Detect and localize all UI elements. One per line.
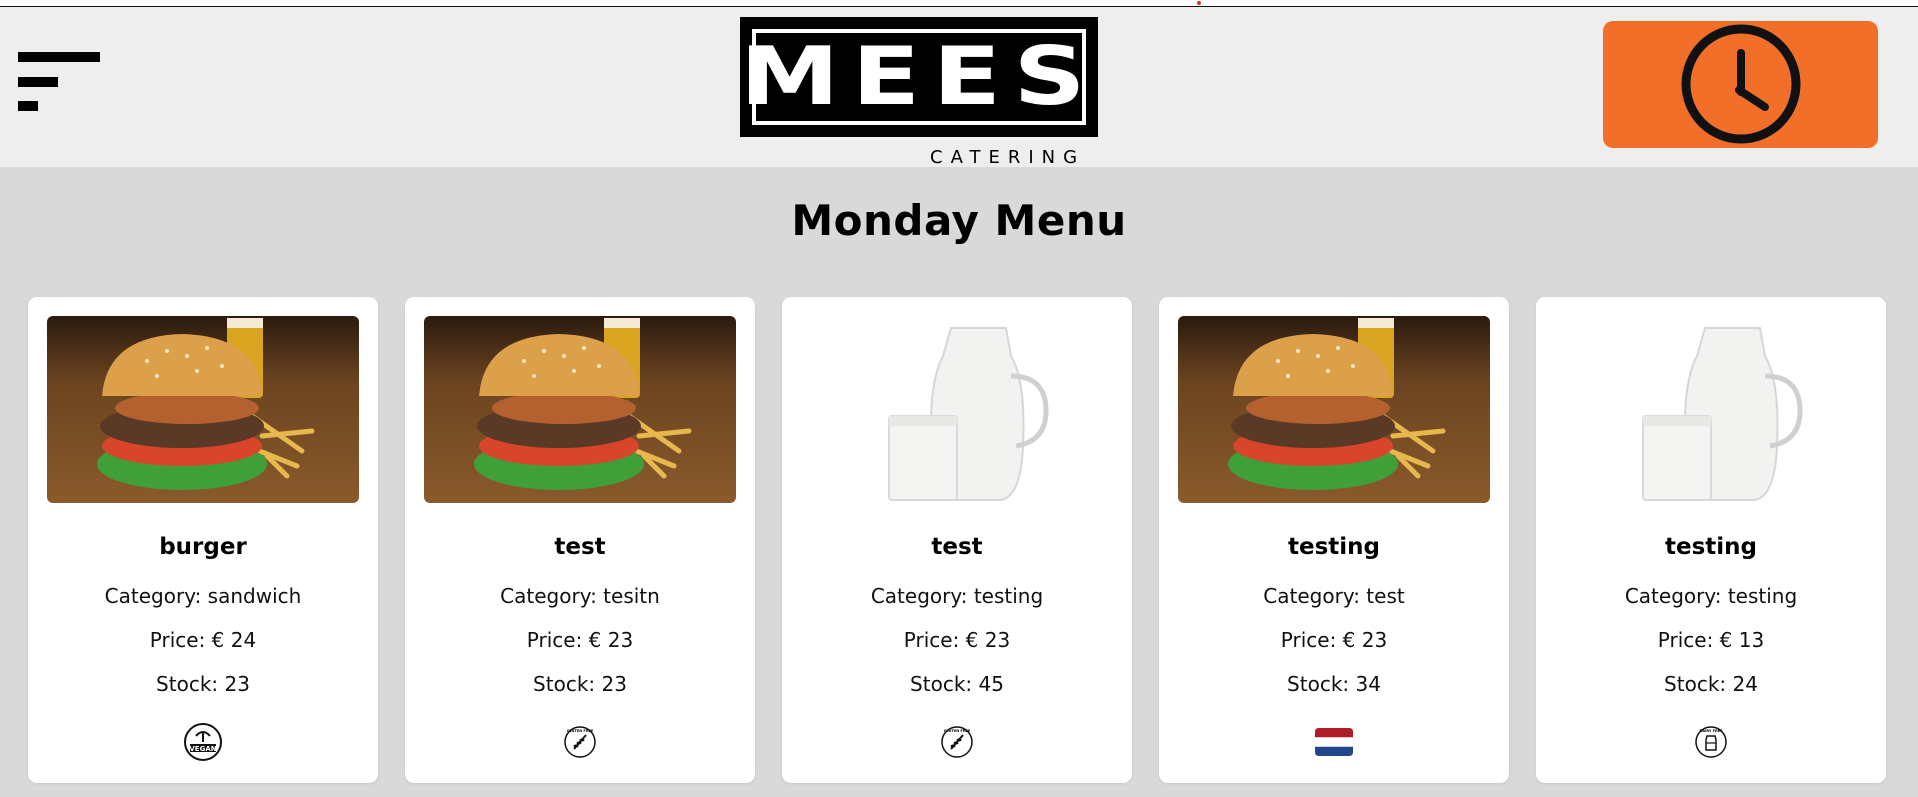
product-card[interactable]: testing Category: testing Price: € 13 St… bbox=[1536, 297, 1886, 783]
product-stock: Stock: 23 bbox=[533, 672, 627, 696]
product-name: test bbox=[931, 534, 983, 560]
product-stock: Stock: 23 bbox=[156, 672, 250, 696]
product-stock: Stock: 45 bbox=[910, 672, 1004, 696]
dutch-flag-icon bbox=[1315, 728, 1353, 756]
gluten-free-icon: GLUTEN FREE bbox=[564, 726, 596, 758]
product-image-burger bbox=[47, 316, 359, 503]
indicator-dot bbox=[1197, 1, 1201, 5]
svg-text:GLUTEN FREE: GLUTEN FREE bbox=[567, 729, 594, 733]
logo-subtitle: CATERING bbox=[930, 147, 1086, 168]
svg-text:GLUTEN FREE: GLUTEN FREE bbox=[944, 729, 971, 733]
browser-top-edge bbox=[0, 0, 1918, 7]
logo-mark: MEES bbox=[740, 17, 1098, 137]
product-price: Price: € 24 bbox=[149, 628, 257, 652]
svg-text:VEGAN: VEGAN bbox=[189, 745, 216, 753]
product-stock: Stock: 24 bbox=[1664, 672, 1758, 696]
product-category: Category: testing bbox=[1624, 584, 1798, 608]
clock-button[interactable] bbox=[1603, 21, 1878, 148]
product-category: Category: sandwich bbox=[104, 584, 302, 608]
product-card[interactable]: burger Category: sandwich Price: € 24 St… bbox=[28, 297, 378, 783]
product-name: test bbox=[554, 534, 606, 560]
gluten-free-icon: GLUTEN FREE bbox=[941, 726, 973, 758]
product-price: Price: € 23 bbox=[526, 628, 634, 652]
product-price: Price: € 23 bbox=[1280, 628, 1388, 652]
product-card[interactable]: testing Category: test Price: € 23 Stock… bbox=[1159, 297, 1509, 783]
product-price: Price: € 13 bbox=[1657, 628, 1765, 652]
product-category: Category: testing bbox=[870, 584, 1044, 608]
product-name: burger bbox=[159, 534, 247, 560]
product-card[interactable]: test Category: tesitn Price: € 23 Stock:… bbox=[405, 297, 755, 783]
product-price: Price: € 23 bbox=[903, 628, 1011, 652]
product-image-burger bbox=[424, 316, 736, 503]
product-card[interactable]: test Category: testing Price: € 23 Stock… bbox=[782, 297, 1132, 783]
product-list: burger Category: sandwich Price: € 24 St… bbox=[28, 297, 1890, 783]
page-title: Monday Menu bbox=[791, 196, 1127, 245]
product-category: Category: test bbox=[1263, 584, 1405, 608]
product-category: Category: tesitn bbox=[500, 584, 660, 608]
product-image-milk bbox=[1555, 316, 1867, 503]
product-stock: Stock: 34 bbox=[1287, 672, 1381, 696]
menu-button[interactable] bbox=[18, 52, 102, 118]
product-name: testing bbox=[1665, 534, 1757, 560]
logo[interactable]: MEES CATERING bbox=[740, 17, 1100, 168]
svg-text:DAIRY FREE: DAIRY FREE bbox=[1699, 729, 1723, 733]
app-header: MEES CATERING bbox=[0, 7, 1918, 168]
product-name: testing bbox=[1288, 534, 1380, 560]
vegan-icon: VEGAN bbox=[184, 723, 222, 761]
product-image-burger bbox=[1178, 316, 1490, 503]
logo-word: MEES bbox=[739, 30, 1099, 123]
product-image-milk bbox=[801, 316, 1113, 503]
clock-icon bbox=[1681, 24, 1801, 144]
dairy-free-icon: DAIRY FREE bbox=[1695, 726, 1727, 758]
